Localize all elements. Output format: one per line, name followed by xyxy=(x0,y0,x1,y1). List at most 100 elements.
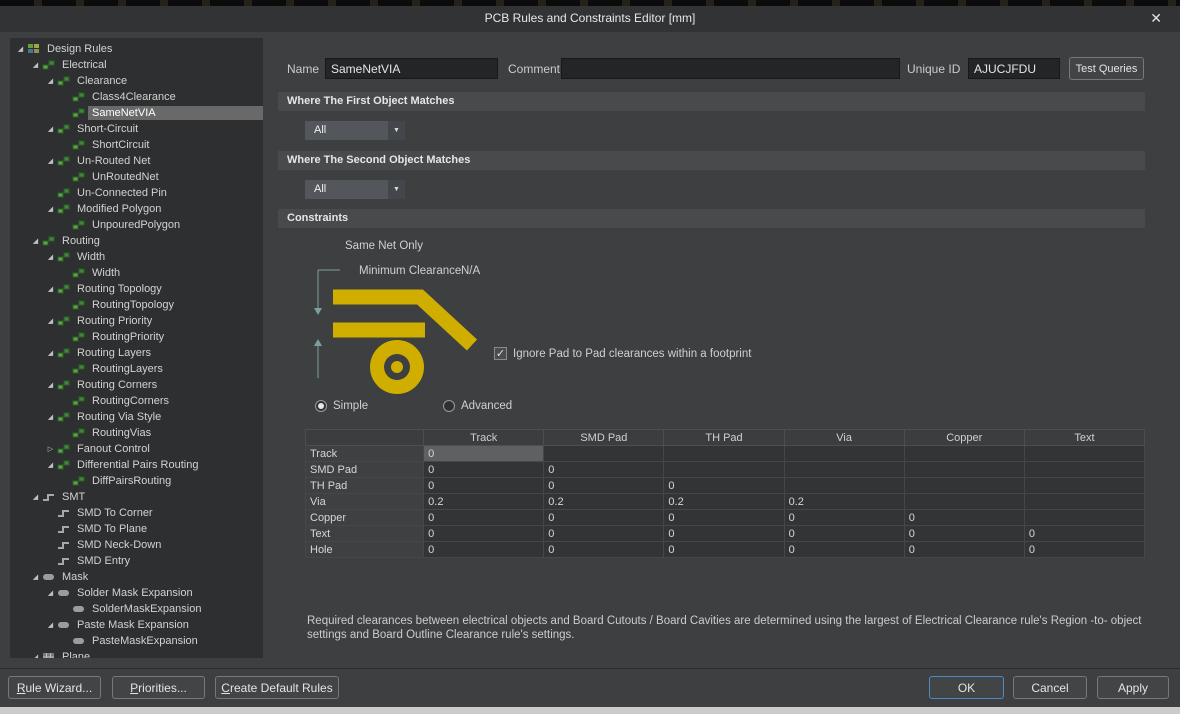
tree-item-clearance[interactable]: ◢Clearance xyxy=(10,73,263,89)
clearance-cell[interactable]: 0 xyxy=(664,542,784,558)
tree-expanded-arrow-icon[interactable]: ◢ xyxy=(44,253,57,261)
clearance-cell[interactable]: 0 xyxy=(784,542,904,558)
tree-expanded-arrow-icon[interactable]: ◢ xyxy=(29,493,42,501)
tree-item-routingvias[interactable]: RoutingVias xyxy=(10,425,263,441)
tree-item-routing-topology[interactable]: ◢Routing Topology xyxy=(10,281,263,297)
tree-expanded-arrow-icon[interactable]: ◢ xyxy=(29,573,42,581)
tree-expanded-arrow-icon[interactable]: ◢ xyxy=(44,349,57,357)
priorities-button[interactable]: Priorities... xyxy=(112,676,205,699)
ignore-pad-checkbox[interactable]: ✓ xyxy=(494,347,507,360)
ok-button[interactable]: OK xyxy=(929,676,1004,699)
tree-item-routing-priority[interactable]: ◢Routing Priority xyxy=(10,313,263,329)
comment-input[interactable] xyxy=(561,58,900,79)
clearance-cell[interactable] xyxy=(664,446,784,462)
tree-item-class4clearance[interactable]: Class4Clearance xyxy=(10,89,263,105)
clearance-cell[interactable] xyxy=(904,494,1024,510)
tree-item-electrical[interactable]: ◢Electrical xyxy=(10,57,263,73)
tree-item-width[interactable]: Width xyxy=(10,265,263,281)
tree-expanded-arrow-icon[interactable]: ◢ xyxy=(44,381,57,389)
clearance-cell[interactable] xyxy=(904,462,1024,478)
name-input[interactable] xyxy=(325,58,498,79)
tree-expanded-arrow-icon[interactable]: ◢ xyxy=(29,61,42,69)
clearance-cell[interactable] xyxy=(784,462,904,478)
tree-expanded-arrow-icon[interactable]: ◢ xyxy=(44,589,57,597)
tree-item-soldermaskexpansion[interactable]: SolderMaskExpansion xyxy=(10,601,263,617)
clearance-cell[interactable]: 0.2 xyxy=(544,494,664,510)
tree-item-smd-entry[interactable]: SMD Entry xyxy=(10,553,263,569)
tree-expanded-arrow-icon[interactable]: ◢ xyxy=(44,621,57,629)
clearance-cell[interactable]: 0.2 xyxy=(664,494,784,510)
clearance-cell[interactable]: 0 xyxy=(544,462,664,478)
rule-wizard-button[interactable]: Rule Wizard... xyxy=(8,676,101,699)
tree-item-mask[interactable]: ◢Mask xyxy=(10,569,263,585)
tree-item-fanout-control[interactable]: ▷Fanout Control xyxy=(10,441,263,457)
tree-item-short-circuit[interactable]: ◢Short-Circuit xyxy=(10,121,263,137)
create-default-rules-button[interactable]: Create Default Rules xyxy=(215,676,339,699)
tree-collapsed-arrow-icon[interactable]: ▷ xyxy=(44,445,57,453)
tree-item-solder-mask-expansion[interactable]: ◢Solder Mask Expansion xyxy=(10,585,263,601)
tree-item-routing[interactable]: ◢Routing xyxy=(10,233,263,249)
tree-expanded-arrow-icon[interactable]: ◢ xyxy=(44,125,57,133)
clearance-cell[interactable]: 0 xyxy=(784,510,904,526)
tree-item-routing-via-style[interactable]: ◢Routing Via Style xyxy=(10,409,263,425)
apply-button[interactable]: Apply xyxy=(1097,676,1169,699)
second-object-scope-dropdown[interactable]: All ▼ xyxy=(305,180,405,199)
clearance-cell[interactable]: 0 xyxy=(664,478,784,494)
clearance-cell[interactable]: 0 xyxy=(424,542,544,558)
tree-item-smt[interactable]: ◢SMT xyxy=(10,489,263,505)
clearance-cell[interactable]: 0 xyxy=(544,542,664,558)
tree-item-differential-pairs-routing[interactable]: ◢Differential Pairs Routing xyxy=(10,457,263,473)
tree-item-samenetvia[interactable]: SameNetVIA xyxy=(10,105,263,121)
close-icon[interactable]: ✕ xyxy=(1150,10,1162,27)
tree-item-modified-polygon[interactable]: ◢Modified Polygon xyxy=(10,201,263,217)
rules-tree[interactable]: ◢Design Rules◢Electrical◢ClearanceClass4… xyxy=(10,38,263,658)
tree-expanded-arrow-icon[interactable]: ◢ xyxy=(44,157,57,165)
tree-item-routingcorners[interactable]: RoutingCorners xyxy=(10,393,263,409)
dialog-titlebar[interactable]: PCB Rules and Constraints Editor [mm] ✕ xyxy=(0,6,1180,32)
first-object-scope-dropdown[interactable]: All ▼ xyxy=(305,121,405,140)
clearance-cell[interactable] xyxy=(784,478,904,494)
simple-radio[interactable] xyxy=(315,400,327,412)
clearance-cell[interactable]: 0 xyxy=(544,478,664,494)
clearance-cell[interactable]: 0 xyxy=(424,478,544,494)
tree-expanded-arrow-icon[interactable]: ◢ xyxy=(44,77,57,85)
clearance-cell[interactable] xyxy=(1024,478,1144,494)
tree-item-smd-neck-down[interactable]: SMD Neck-Down xyxy=(10,537,263,553)
clearance-cell[interactable]: 0 xyxy=(1024,526,1144,542)
chevron-down-icon[interactable]: ▼ xyxy=(388,180,405,199)
test-queries-button[interactable]: Test Queries xyxy=(1069,57,1144,80)
advanced-radio[interactable] xyxy=(443,400,455,412)
chevron-down-icon[interactable]: ▼ xyxy=(388,121,405,140)
tree-item-diffpairsrouting[interactable]: DiffPairsRouting xyxy=(10,473,263,489)
tree-item-routing-corners[interactable]: ◢Routing Corners xyxy=(10,377,263,393)
clearance-cell[interactable] xyxy=(544,446,664,462)
tree-item-unroutednet[interactable]: UnRoutedNet xyxy=(10,169,263,185)
tree-expanded-arrow-icon[interactable]: ◢ xyxy=(29,653,42,658)
clearance-cell[interactable] xyxy=(1024,510,1144,526)
tree-item-routinglayers[interactable]: RoutingLayers xyxy=(10,361,263,377)
tree-expanded-arrow-icon[interactable]: ◢ xyxy=(14,45,27,53)
tree-item-routing-layers[interactable]: ◢Routing Layers xyxy=(10,345,263,361)
tree-item-routingtopology[interactable]: RoutingTopology xyxy=(10,297,263,313)
clearance-cell[interactable] xyxy=(1024,494,1144,510)
tree-item-pastemaskexpansion[interactable]: PasteMaskExpansion xyxy=(10,633,263,649)
clearance-cell[interactable]: 0.2 xyxy=(424,494,544,510)
clearance-cell[interactable]: 0.2 xyxy=(784,494,904,510)
clearance-cell[interactable] xyxy=(904,478,1024,494)
tree-item-routingpriority[interactable]: RoutingPriority xyxy=(10,329,263,345)
clearance-cell[interactable]: 0 xyxy=(1024,542,1144,558)
tree-item-unpouredpolygon[interactable]: UnpouredPolygon xyxy=(10,217,263,233)
tree-item-plane[interactable]: ◢Plane xyxy=(10,649,263,658)
clearance-cell[interactable] xyxy=(1024,462,1144,478)
clearance-cell[interactable] xyxy=(664,462,784,478)
unique-id-input[interactable] xyxy=(968,58,1060,79)
tree-item-un-connected-pin[interactable]: Un-Connected Pin xyxy=(10,185,263,201)
tree-item-shortcircuit[interactable]: ShortCircuit xyxy=(10,137,263,153)
clearance-cell[interactable]: 0 xyxy=(424,446,544,462)
clearance-cell[interactable]: 0 xyxy=(904,510,1024,526)
clearance-cell[interactable]: 0 xyxy=(664,526,784,542)
clearance-cell[interactable] xyxy=(784,446,904,462)
tree-expanded-arrow-icon[interactable]: ◢ xyxy=(44,285,57,293)
clearance-cell[interactable]: 0 xyxy=(544,510,664,526)
cancel-button[interactable]: Cancel xyxy=(1013,676,1087,699)
